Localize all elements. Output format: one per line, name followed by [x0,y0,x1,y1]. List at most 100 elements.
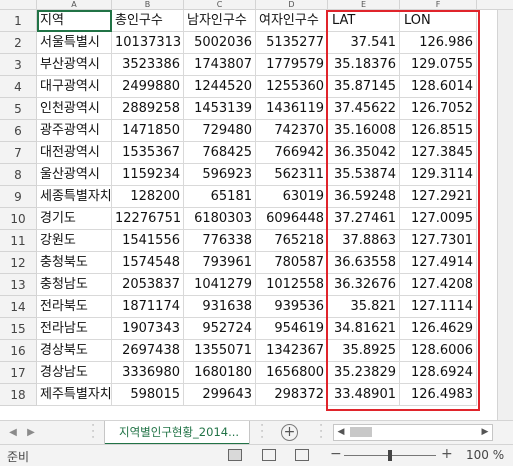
row-header-16[interactable]: 16 [0,340,37,362]
table-cell[interactable]: 127.3845 [400,142,477,164]
table-cell[interactable]: 12276751 [112,208,184,230]
table-cell[interactable]: 1779579 [256,54,328,76]
table-cell[interactable]: 1041279 [184,274,256,296]
table-cell[interactable]: 35.23829 [328,362,400,384]
add-sheet-plus-icon[interactable]: + [281,424,298,441]
table-cell[interactable]: 강원도 [37,230,112,252]
horizontal-scrollbar[interactable]: ◀ ▶ [333,424,493,441]
table-cell[interactable]: 126.986 [400,32,477,54]
table-cell[interactable]: 2889258 [112,98,184,120]
table-cell[interactable]: 299643 [184,384,256,406]
next-sheet-icon[interactable]: ▶ [24,426,38,440]
table-cell[interactable]: 37.541 [328,32,400,54]
row-header-12[interactable]: 12 [0,252,37,274]
table-cell[interactable]: 충청북도 [37,252,112,274]
table-cell[interactable]: 경상남도 [37,362,112,384]
table-cell[interactable]: 1907343 [112,318,184,340]
page-layout-view-icon[interactable] [262,449,276,461]
scroll-right-arrow-icon[interactable]: ▶ [478,425,492,440]
table-cell[interactable]: 63019 [256,186,328,208]
table-cell[interactable]: 65181 [184,186,256,208]
table-cell[interactable]: 대전광역시 [37,142,112,164]
page-break-view-icon[interactable] [295,449,309,461]
table-cell[interactable]: 35.53874 [328,164,400,186]
table-cell[interactable]: 1355071 [184,340,256,362]
table-cell[interactable]: 2697438 [112,340,184,362]
table-cell[interactable]: 전라남도 [37,318,112,340]
row-header-1[interactable]: 1 [0,10,37,32]
table-cell[interactable]: 3336980 [112,362,184,384]
table-cell[interactable]: 939536 [256,296,328,318]
table-cell[interactable]: 37.45622 [328,98,400,120]
table-cell[interactable]: 1453139 [184,98,256,120]
table-cell[interactable]: 2053837 [112,274,184,296]
header-cell[interactable]: 여자인구수 [256,10,328,32]
table-cell[interactable]: 부산광역시 [37,54,112,76]
table-cell[interactable]: 128.6014 [400,76,477,98]
row-header-4[interactable]: 4 [0,76,37,98]
table-cell[interactable]: 127.1114 [400,296,477,318]
table-cell[interactable]: 1342367 [256,340,328,362]
table-cell[interactable]: 126.4629 [400,318,477,340]
table-cell[interactable]: 128.6006 [400,340,477,362]
table-cell[interactable]: 울산광역시 [37,164,112,186]
table-cell[interactable]: 1743807 [184,54,256,76]
table-cell[interactable]: 36.59248 [328,186,400,208]
header-cell[interactable]: LAT [328,10,400,32]
table-cell[interactable]: 562311 [256,164,328,186]
table-cell[interactable]: 1574548 [112,252,184,274]
more-sheets-right-icon[interactable]: · · · [257,422,267,443]
table-cell[interactable]: 2499880 [112,76,184,98]
table-cell[interactable]: 127.7301 [400,230,477,252]
table-cell[interactable]: 127.4208 [400,274,477,296]
header-cell[interactable]: 남자인구수 [184,10,256,32]
table-cell[interactable]: 36.63558 [328,252,400,274]
table-cell[interactable]: 35.8925 [328,340,400,362]
header-cell[interactable]: 총인구수 [112,10,184,32]
table-cell[interactable]: 776338 [184,230,256,252]
column-header-d[interactable]: D [256,0,328,9]
vertical-scrollbar[interactable] [497,10,513,420]
table-cell[interactable]: 3523386 [112,54,184,76]
row-header-2[interactable]: 2 [0,32,37,54]
table-cell[interactable]: 126.7052 [400,98,477,120]
row-header-13[interactable]: 13 [0,274,37,296]
table-cell[interactable]: 596923 [184,164,256,186]
table-cell[interactable]: 129.3114 [400,164,477,186]
table-cell[interactable]: 5135277 [256,32,328,54]
table-cell[interactable]: 서울특별시 [37,32,112,54]
table-cell[interactable]: 780587 [256,252,328,274]
table-cell[interactable]: 37.8863 [328,230,400,252]
table-cell[interactable]: 952724 [184,318,256,340]
table-cell[interactable]: 954619 [256,318,328,340]
table-cell[interactable]: 1871174 [112,296,184,318]
row-header-17[interactable]: 17 [0,362,37,384]
table-cell[interactable]: 10137313 [112,32,184,54]
table-cell[interactable]: 768425 [184,142,256,164]
scroll-left-arrow-icon[interactable]: ◀ [334,425,348,440]
select-all-corner[interactable] [0,0,37,9]
table-cell[interactable]: 1471850 [112,120,184,142]
table-cell[interactable]: 제주특별자치도 [37,384,112,406]
table-cell[interactable]: 129.0755 [400,54,477,76]
table-cell[interactable]: 5002036 [184,32,256,54]
table-cell[interactable]: 1244520 [184,76,256,98]
row-header-6[interactable]: 6 [0,120,37,142]
table-cell[interactable]: 126.8515 [400,120,477,142]
table-cell[interactable]: 충청남도 [37,274,112,296]
normal-view-icon[interactable] [228,449,242,461]
table-cell[interactable]: 1541556 [112,230,184,252]
column-header-c[interactable]: C [184,0,256,9]
row-header-18[interactable]: 18 [0,384,37,406]
table-cell[interactable]: 34.81621 [328,318,400,340]
table-cell[interactable]: 1656800 [256,362,328,384]
row-header-7[interactable]: 7 [0,142,37,164]
table-cell[interactable]: 598015 [112,384,184,406]
table-cell[interactable]: 전라북도 [37,296,112,318]
table-cell[interactable]: 6096448 [256,208,328,230]
row-header-15[interactable]: 15 [0,318,37,340]
row-header-11[interactable]: 11 [0,230,37,252]
column-header-e[interactable]: E [328,0,400,9]
table-cell[interactable]: 1680180 [184,362,256,384]
table-cell[interactable]: 742370 [256,120,328,142]
